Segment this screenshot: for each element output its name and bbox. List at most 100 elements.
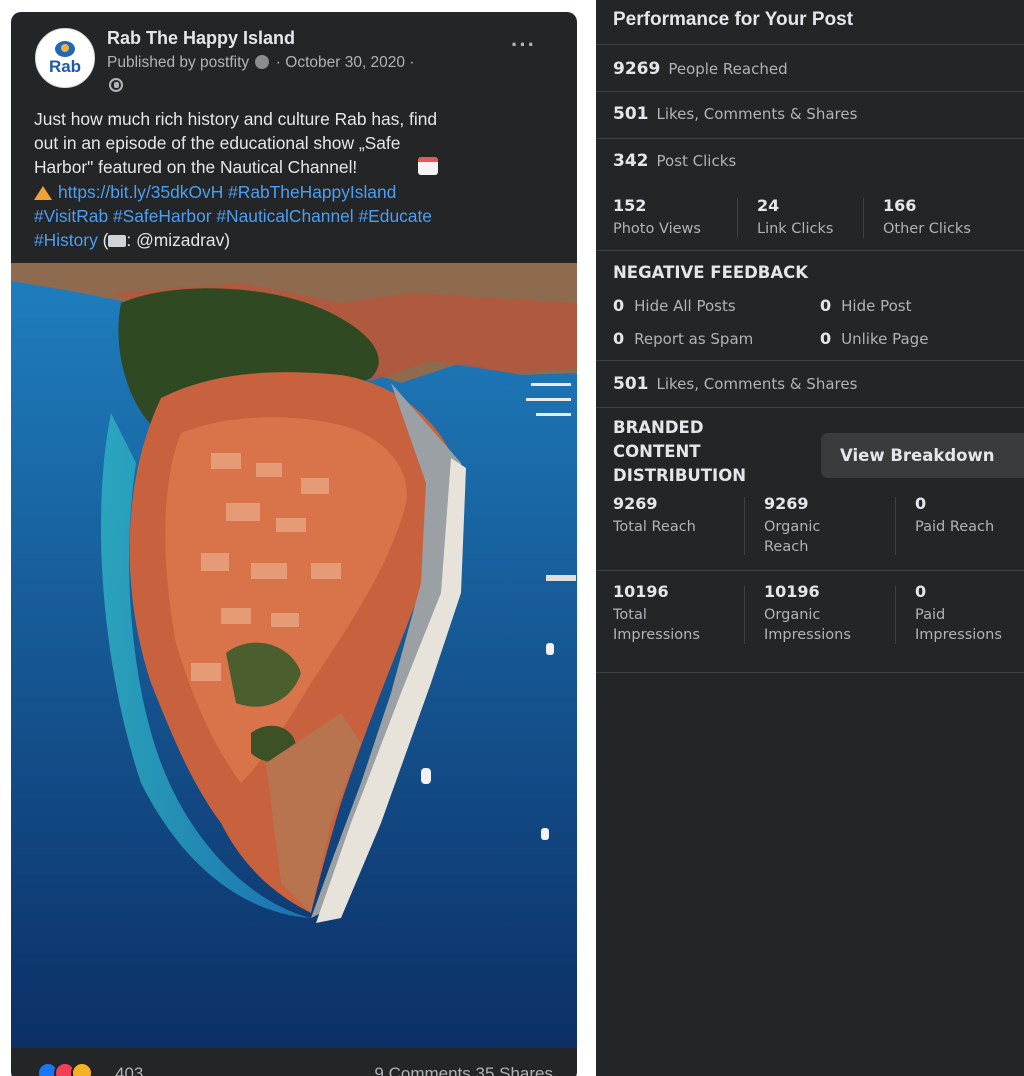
comments-shares[interactable]: 9 Comments 35 Shares (374, 1064, 553, 1076)
organic-impressions-label: Organic Impressions (764, 607, 851, 643)
post-card: Rab Rab The Happy Island Published by po… (11, 12, 577, 1076)
calendar-emoji-icon (418, 157, 439, 176)
column-separator (744, 586, 745, 644)
total-reach-value: 9269 (613, 494, 658, 513)
people-reached-label: People Reached (668, 60, 788, 78)
report-spam-value: 0 (613, 329, 625, 348)
link-clicks-label: Link Clicks (757, 221, 834, 237)
page-name[interactable]: Rab The Happy Island (107, 28, 295, 49)
post-text-line1: Just how much rich history and culture R… (34, 109, 438, 129)
divider (596, 250, 1024, 251)
branded-heading-line1: BRANDED (613, 418, 704, 437)
divider (596, 407, 1024, 408)
other-clicks-value: 166 (883, 196, 917, 215)
hide-all-posts-label: Hide All Posts (634, 297, 736, 315)
hide-post: 0 Hide Post (820, 296, 912, 315)
reactions-row: 403 9 Comments 35 Shares (11, 1048, 577, 1076)
post-photo[interactable] (11, 263, 577, 1048)
column-separator (895, 497, 896, 555)
panel-title: Performance for Your Post (613, 9, 854, 30)
paid-impressions: 0 Paid Impressions (915, 582, 1002, 645)
organic-impressions: 10196 Organic Impressions (764, 582, 851, 645)
credit-open: ( (97, 230, 109, 251)
more-options-icon[interactable]: ··· (511, 34, 536, 56)
column-separator (895, 586, 896, 644)
organic-reach-value: 9269 (764, 494, 809, 513)
engagement2-label: Likes, Comments & Shares (656, 375, 858, 393)
sailboat-emoji-icon (34, 185, 52, 200)
hide-post-label: Hide Post (841, 297, 912, 315)
column-separator (863, 198, 864, 238)
post-text-line2: out in an episode of the educational sho… (34, 133, 401, 154)
engagement-repeat: 501 Likes, Comments & Shares (613, 374, 857, 394)
hide-all-posts: 0 Hide All Posts (613, 296, 736, 315)
hashtag-history[interactable]: #History (34, 230, 98, 250)
care-reaction-icon (71, 1062, 93, 1076)
post-clicks: 342 Post Clicks (613, 151, 736, 171)
report-spam-label: Report as Spam (634, 330, 754, 348)
divider (596, 672, 1024, 673)
performance-panel: Performance for Your Post 9269 People Rea… (596, 0, 1024, 1076)
paid-reach: 0 Paid Reach (915, 494, 994, 537)
engagement-label: Likes, Comments & Shares (656, 105, 858, 123)
organic-impressions-value: 10196 (764, 582, 820, 601)
post-text: Just how much rich history and culture R… (34, 107, 564, 252)
link-clicks: 24 Link Clicks (757, 196, 833, 239)
other-clicks: 166 Other Clicks (883, 196, 971, 239)
unlike-page-value: 0 (820, 329, 832, 348)
unlike-page-label: Unlike Page (841, 330, 929, 348)
hide-all-posts-value: 0 (613, 296, 625, 315)
column-separator (737, 198, 738, 238)
photo-views-value: 152 (613, 196, 647, 215)
total-impressions-value: 10196 (613, 582, 669, 601)
reaction-count[interactable]: 403 (115, 1064, 143, 1076)
camera-emoji-icon (108, 235, 127, 248)
report-as-spam: 0 Report as Spam (613, 329, 753, 348)
branded-heading-line2: CONTENT (613, 442, 701, 461)
other-clicks-label: Other Clicks (883, 221, 971, 237)
negative-feedback-heading: NEGATIVE FEEDBACK (613, 263, 809, 282)
branded-heading-line3: DISTRIBUTION (613, 466, 747, 485)
post-text-line3: Harbor" featured on the Nautical Channel… (34, 157, 358, 178)
people-reached: 9269 People Reached (613, 59, 788, 79)
globe-icon[interactable] (109, 78, 123, 92)
divider (596, 360, 1024, 361)
column-gap (577, 0, 596, 1076)
avatar-text: Rab (48, 57, 82, 76)
paid-impressions-value: 0 (915, 582, 927, 601)
page-avatar[interactable]: Rab (35, 28, 95, 88)
post-clicks-value: 342 (613, 151, 649, 171)
column-separator (744, 497, 745, 555)
paid-reach-label: Paid Reach (915, 519, 995, 535)
engagement: 501 Likes, Comments & Shares (613, 104, 857, 124)
total-impressions-label: Total Impressions (613, 607, 700, 643)
divider (596, 91, 1024, 92)
post-date[interactable]: · October 30, 2020 · (276, 54, 415, 71)
post-clicks-label: Post Clicks (656, 152, 737, 170)
engagement2-value: 501 (613, 374, 649, 394)
post-hashtags[interactable]: #VisitRab #SafeHarbor #NauticalChannel #… (34, 206, 432, 226)
post-link[interactable]: https://bit.ly/35dkOvH #RabTheHappyIslan… (58, 182, 396, 202)
info-icon[interactable] (255, 55, 270, 69)
total-reach-label: Total Reach (613, 519, 696, 535)
reaction-icons[interactable] (37, 1062, 107, 1076)
published-by[interactable]: Published by postfity (107, 54, 249, 71)
unlike-page: 0 Unlike Page (820, 329, 928, 348)
divider (596, 570, 1024, 571)
aerial-island-illustration (11, 263, 577, 1048)
organic-reach: 9269 Organic Reach (764, 494, 820, 557)
total-impressions: 10196 Total Impressions (613, 582, 700, 645)
divider (596, 44, 1024, 45)
branded-content-heading: BRANDED CONTENT DISTRIBUTION (613, 416, 746, 488)
organic-reach-label: Organic Reach (764, 519, 821, 555)
engagement-value: 501 (613, 104, 649, 124)
divider (596, 138, 1024, 139)
rab-logo-icon (55, 41, 75, 57)
photo-views-label: Photo Views (613, 221, 701, 237)
paid-reach-value: 0 (915, 494, 927, 513)
post-meta: Published by postfity · October 30, 2020… (107, 54, 415, 72)
photo-credit: : @mizadrav) (126, 230, 231, 251)
hide-post-value: 0 (820, 296, 832, 315)
total-reach: 9269 Total Reach (613, 494, 696, 537)
view-breakdown-button[interactable]: View Breakdown (821, 433, 1024, 478)
